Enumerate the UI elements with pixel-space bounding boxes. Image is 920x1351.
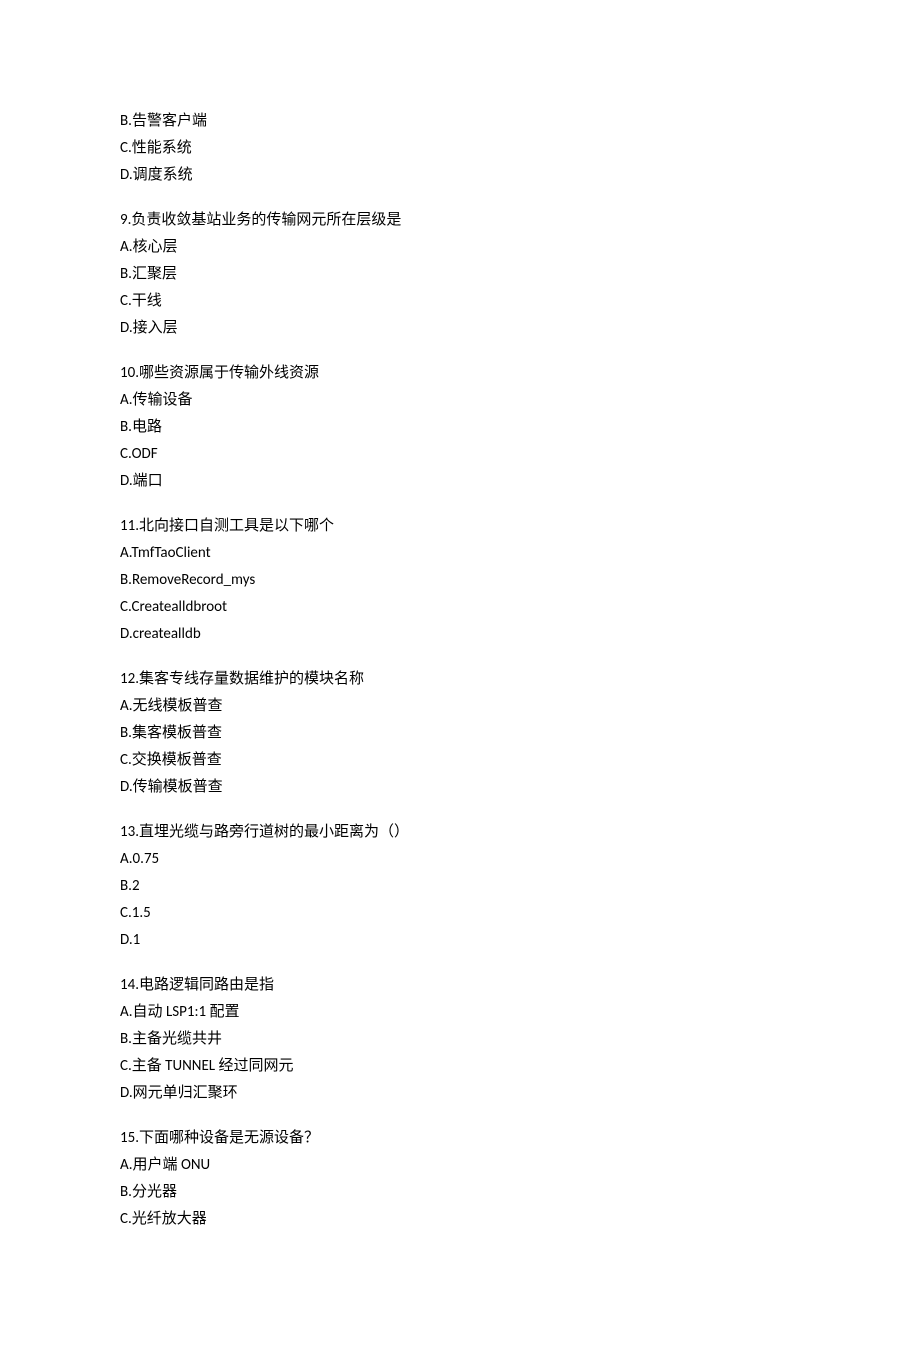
option-text: B.2 <box>120 873 800 900</box>
option-text: B.主备光缆共井 <box>120 1026 800 1053</box>
option-text: D.端口 <box>120 468 800 495</box>
option-text: A.用户端 ONU <box>120 1152 800 1179</box>
option-text: D.接入层 <box>120 315 800 342</box>
question-9: 9.负责收敛基站业务的传输网元所在层级是 A.核心层 B.汇聚层 C.干线 D.… <box>120 207 800 342</box>
option-text: D.1 <box>120 927 800 954</box>
question-11: 11.北向接口自测工具是以下哪个 A.TmfTaoClient B.Remove… <box>120 513 800 648</box>
option-text: B.分光器 <box>120 1179 800 1206</box>
question-13: 13.直埋光缆与路旁行道树的最小距离为（） A.0.75 B.2 C.1.5 D… <box>120 819 800 954</box>
pre-options-block: B.告警客户端 C.性能系统 D.调度系统 <box>120 108 800 189</box>
option-text: C.1.5 <box>120 900 800 927</box>
option-text: A.无线模板普查 <box>120 693 800 720</box>
question-10: 10.哪些资源属于传输外线资源 A.传输设备 B.电路 C.ODF D.端口 <box>120 360 800 495</box>
option-text: B.汇聚层 <box>120 261 800 288</box>
option-text: D.createalldb <box>120 621 800 648</box>
option-text: C.ODF <box>120 441 800 468</box>
option-text: C.交换模板普查 <box>120 747 800 774</box>
option-text: B.电路 <box>120 414 800 441</box>
option-text: A.核心层 <box>120 234 800 261</box>
question-text: 13.直埋光缆与路旁行道树的最小距离为（） <box>120 819 800 846</box>
question-text: 14.电路逻辑同路由是指 <box>120 972 800 999</box>
option-text: C.性能系统 <box>120 135 800 162</box>
option-text: C.干线 <box>120 288 800 315</box>
option-text: A.传输设备 <box>120 387 800 414</box>
question-15: 15.下面哪种设备是无源设备？ A.用户端 ONU B.分光器 C.光纤放大器 <box>120 1125 800 1233</box>
option-text: D.传输模板普查 <box>120 774 800 801</box>
option-text: A.0.75 <box>120 846 800 873</box>
question-text: 10.哪些资源属于传输外线资源 <box>120 360 800 387</box>
option-text: C.Createalldbroot <box>120 594 800 621</box>
option-text: A.自动 LSP1:1 配置 <box>120 999 800 1026</box>
option-text: B.RemoveRecord_mys <box>120 567 800 594</box>
option-text: B.集客模板普查 <box>120 720 800 747</box>
question-text: 15.下面哪种设备是无源设备？ <box>120 1125 800 1152</box>
option-text: C.光纤放大器 <box>120 1206 800 1233</box>
question-12: 12.集客专线存量数据维护的模块名称 A.无线模板普查 B.集客模板普查 C.交… <box>120 666 800 801</box>
question-text: 9.负责收敛基站业务的传输网元所在层级是 <box>120 207 800 234</box>
option-text: D.网元单归汇聚环 <box>120 1080 800 1107</box>
option-text: D.调度系统 <box>120 162 800 189</box>
option-text: C.主备 TUNNEL 经过同网元 <box>120 1053 800 1080</box>
option-text: B.告警客户端 <box>120 108 800 135</box>
question-text: 11.北向接口自测工具是以下哪个 <box>120 513 800 540</box>
option-text: A.TmfTaoClient <box>120 540 800 567</box>
question-14: 14.电路逻辑同路由是指 A.自动 LSP1:1 配置 B.主备光缆共井 C.主… <box>120 972 800 1107</box>
question-text: 12.集客专线存量数据维护的模块名称 <box>120 666 800 693</box>
